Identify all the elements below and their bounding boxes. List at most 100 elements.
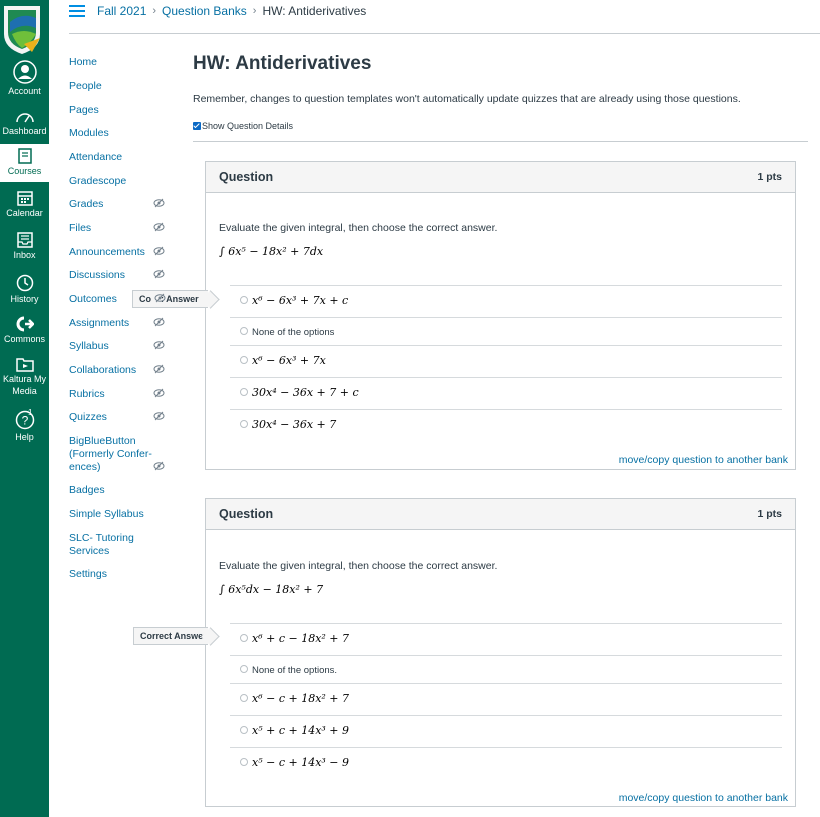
course-nav-home[interactable]: Home xyxy=(69,56,155,69)
course-nav-pages[interactable]: Pages xyxy=(69,104,155,117)
global-nav-label: Kaltura My Media xyxy=(2,374,46,396)
global-nav-account[interactable]: Account xyxy=(0,60,49,100)
radio-button[interactable] xyxy=(240,726,248,734)
answer-option[interactable]: x⁵ − c + 14x³ − 9 xyxy=(230,747,782,779)
show-question-details[interactable]: Show Question Details xyxy=(193,121,293,131)
course-nav-assignments[interactable]: Assignments xyxy=(69,317,155,330)
answer-option[interactable]: x⁶ − c + 18x² + 7 xyxy=(230,683,782,715)
global-nav-label: Account xyxy=(8,86,41,96)
answer-option[interactable]: None of the options xyxy=(230,317,782,345)
breadcrumb: Fall 2021 › Question Banks › HW: Antider… xyxy=(69,0,820,34)
course-nav-modules[interactable]: Modules xyxy=(69,127,155,140)
course-nav-people[interactable]: People xyxy=(69,80,155,93)
eye-hidden-icon xyxy=(153,222,165,232)
global-nav-dashboard[interactable]: Dashboard xyxy=(0,110,49,142)
radio-button[interactable] xyxy=(240,665,248,673)
correct-answer-flag: Co : Answer xyxy=(132,290,208,308)
kaltura-icon xyxy=(15,358,34,372)
school-logo[interactable] xyxy=(2,4,44,56)
template-warning-note: Remember, changes to question templates … xyxy=(193,93,741,105)
move-copy-question-link[interactable]: move/copy question to another bank xyxy=(619,454,788,466)
course-nav-files[interactable]: Files xyxy=(69,222,155,235)
course-nav-badges[interactable]: Badges xyxy=(69,484,155,497)
question-header-title: Question xyxy=(219,507,274,521)
global-nav-label: History xyxy=(10,294,39,304)
radio-button[interactable] xyxy=(240,296,248,304)
global-nav-kaltura[interactable]: Kaltura My Media xyxy=(0,356,49,400)
global-nav-inbox[interactable]: Inbox xyxy=(0,232,49,264)
radio-button[interactable] xyxy=(240,388,248,396)
answer-option[interactable]: x⁶ − 6x³ + 7x + c xyxy=(230,285,782,317)
page-title: HW: Antiderivatives xyxy=(193,53,372,74)
breadcrumb-question-banks[interactable]: Question Banks xyxy=(162,4,247,18)
answer-option[interactable]: 30x⁴ − 36x + 7 + c xyxy=(230,377,782,409)
eye-hidden-icon xyxy=(153,388,165,398)
radio-button[interactable] xyxy=(240,758,248,766)
question-points: 1 pts xyxy=(757,171,782,183)
course-nav-slc-tutoring[interactable]: SLC- Tutoring Services xyxy=(69,532,139,558)
radio-button[interactable] xyxy=(240,420,248,428)
inbox-icon xyxy=(16,232,33,248)
help-badge: 1 xyxy=(28,408,33,417)
global-nav-label: Courses xyxy=(7,166,42,176)
answer-text: x⁶ − c + 18x² + 7 xyxy=(252,692,350,705)
divider xyxy=(193,141,808,142)
answer-text: x⁵ + c + 14x³ + 9 xyxy=(252,724,350,737)
answer-text: x⁶ + c − 18x² + 7 xyxy=(252,632,350,645)
question-card: Question 1 pts Evaluate the given integr… xyxy=(205,161,796,470)
global-nav-commons[interactable]: Commons xyxy=(0,316,49,348)
answer-option[interactable]: x⁶ + c − 18x² + 7 xyxy=(230,623,782,655)
breadcrumb-course[interactable]: Fall 2021 xyxy=(97,4,146,18)
course-nav-rubrics[interactable]: Rubrics xyxy=(69,388,155,401)
show-details-checkbox[interactable] xyxy=(193,122,201,130)
answer-text: None of the options xyxy=(252,327,335,338)
course-nav-quizzes[interactable]: Quizzes xyxy=(69,411,155,424)
correct-answer-flag: Correct Answer xyxy=(133,627,208,645)
course-nav-simple-syllabus[interactable]: Simple Syllabus xyxy=(69,508,155,521)
radio-button[interactable] xyxy=(240,634,248,642)
eye-hidden-icon xyxy=(153,461,165,471)
answer-text: 30x⁴ − 36x + 7 xyxy=(252,418,337,431)
show-details-label: Show Question Details xyxy=(202,121,294,131)
chevron-right-icon: › xyxy=(152,5,157,17)
course-nav-bigbluebutton[interactable]: BigBlueButton (Formerly Confer-ences) xyxy=(69,435,153,474)
course-nav-grades[interactable]: Grades xyxy=(69,198,155,211)
question-header: Question 1 pts xyxy=(206,162,795,193)
eye-hidden-icon xyxy=(153,340,165,350)
radio-button[interactable] xyxy=(240,327,248,335)
answer-option[interactable]: None of the options. xyxy=(230,655,782,683)
course-menu-toggle-icon[interactable] xyxy=(69,5,85,18)
eye-hidden-icon xyxy=(153,411,165,421)
course-nav-announcements[interactable]: Announcements xyxy=(69,246,155,259)
radio-button[interactable] xyxy=(240,356,248,364)
course-nav-attendance[interactable]: Attendance xyxy=(69,151,155,164)
answer-option[interactable]: 30x⁴ − 36x + 7 xyxy=(230,409,782,441)
breadcrumb-current: HW: Antiderivatives xyxy=(262,4,367,18)
course-nav-settings[interactable]: Settings xyxy=(69,568,155,581)
eye-hidden-icon xyxy=(154,293,166,303)
question-header-title: Question xyxy=(219,170,274,184)
calendar-icon xyxy=(16,191,33,206)
course-nav-gradescope[interactable]: Gradescope xyxy=(69,175,155,188)
course-nav-collaborations[interactable]: Collaborations xyxy=(69,364,155,377)
answer-text: x⁶ − 6x³ + 7x + c xyxy=(252,294,349,307)
move-copy-question-link[interactable]: move/copy question to another bank xyxy=(619,792,788,804)
question-points: 1 pts xyxy=(757,508,782,520)
course-nav-syllabus[interactable]: Syllabus xyxy=(69,340,155,353)
course-nav-discussions[interactable]: Discussions xyxy=(69,269,155,282)
global-nav-label: Inbox xyxy=(13,250,36,260)
global-nav-help[interactable]: ? 1 Help xyxy=(0,408,49,444)
answer-text: x⁶ − 6x³ + 7x xyxy=(252,354,326,367)
global-nav-history[interactable]: History xyxy=(0,274,49,306)
dashboard-icon xyxy=(15,113,34,123)
eye-hidden-icon xyxy=(153,364,165,374)
radio-button[interactable] xyxy=(240,694,248,702)
answer-option[interactable]: x⁶ − 6x³ + 7x xyxy=(230,345,782,377)
global-nav-courses[interactable]: Courses xyxy=(0,144,49,182)
eye-hidden-icon xyxy=(153,198,165,208)
commons-icon xyxy=(16,316,34,332)
answer-option[interactable]: x⁵ + c + 14x³ + 9 xyxy=(230,715,782,747)
question-formula: ∫ 6x⁵dx − 18x² + 7 xyxy=(219,583,324,596)
global-nav-label: Help xyxy=(15,432,34,442)
global-nav-calendar[interactable]: Calendar xyxy=(0,190,49,224)
